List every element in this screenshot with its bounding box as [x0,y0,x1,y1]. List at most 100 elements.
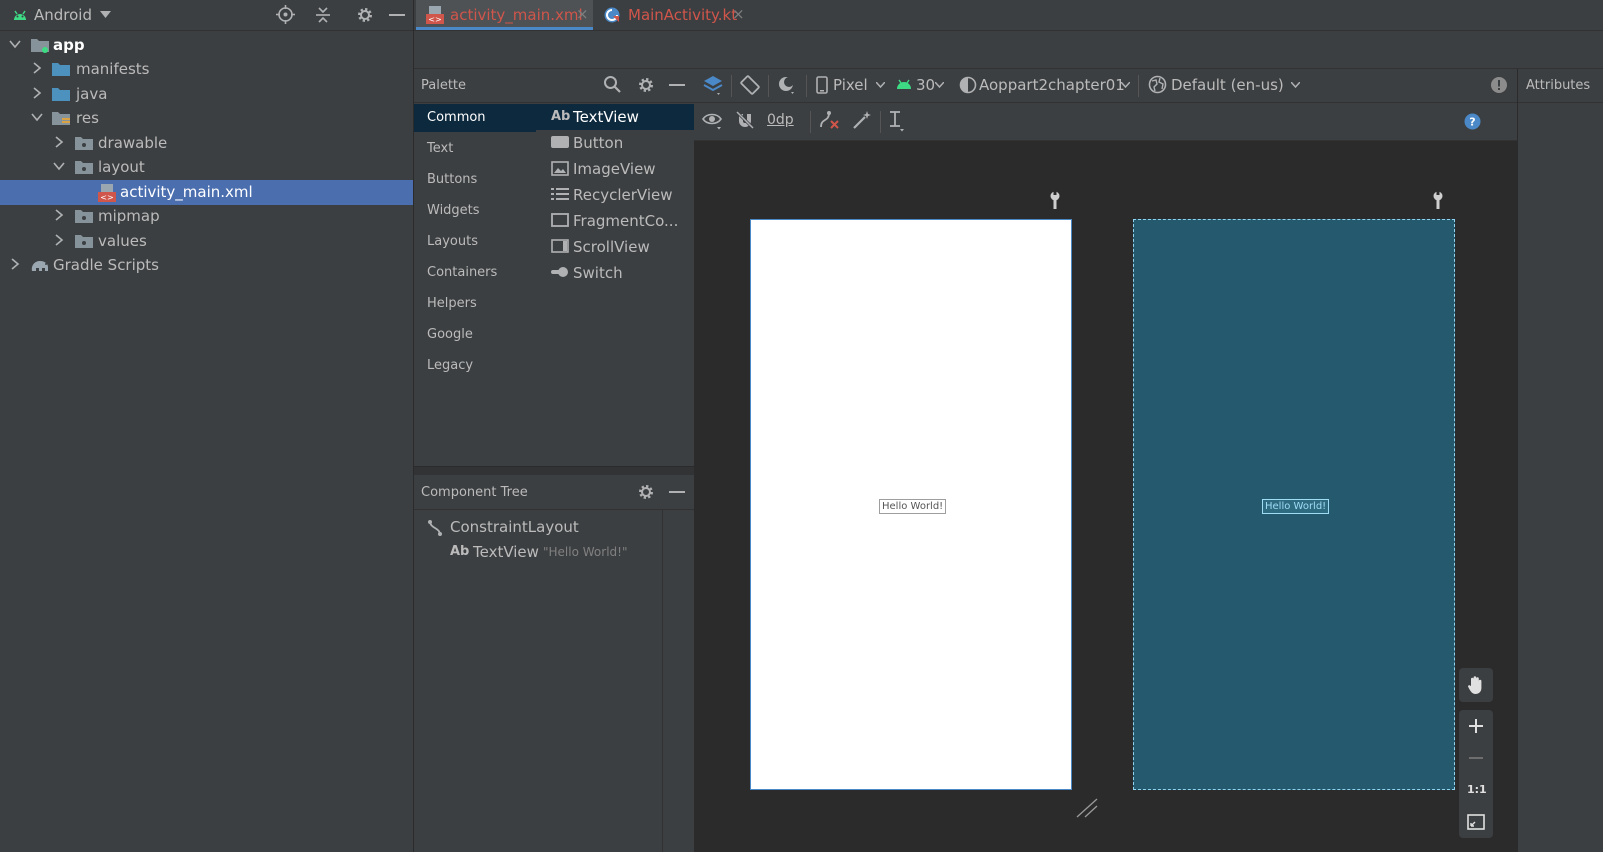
chevron-down-icon[interactable] [53,160,65,172]
chevron-right-icon[interactable] [53,209,65,221]
project-view-selector[interactable]: Android [34,6,92,24]
tab-activity-main[interactable]: <> activity_main.xml × [416,0,593,30]
palette-category-text[interactable]: Text [414,135,536,163]
minimize-icon[interactable] [669,84,685,86]
tree-item-label: layout [98,158,145,176]
collapse-all-icon[interactable] [314,6,332,24]
chevron-down-icon[interactable] [31,111,43,123]
tree-node-textview[interactable]: Ab TextView "Hello World!" [414,542,662,566]
help-icon[interactable]: ? [1464,113,1481,130]
clear-constraints-icon[interactable] [818,110,840,130]
gear-icon[interactable] [637,483,655,501]
warning-icon[interactable] [1490,76,1508,94]
palette-widget-textview[interactable]: Ab TextView [536,104,694,130]
tree-item-drawable[interactable]: drawable [0,131,413,156]
tree-item-mipmap[interactable]: mipmap [0,204,413,229]
tree-item-activity-main[interactable]: <> activity_main.xml [0,180,413,205]
chevron-right-icon[interactable] [53,234,65,246]
tree-item-layout[interactable]: layout [0,155,413,180]
wrench-icon[interactable] [1049,191,1061,209]
chevron-right-icon[interactable] [53,136,65,148]
layers-icon[interactable] [702,74,724,96]
close-icon[interactable]: × [576,5,589,23]
zoom-to-fit-icon[interactable] [1467,814,1485,830]
chevron-right-icon[interactable] [31,62,43,74]
tab-main-activity[interactable]: MainActivity.kt × [596,0,746,30]
folder-icon [75,233,93,249]
toolbar-separator [1138,75,1139,97]
palette-widget-recyclerview[interactable]: RecyclerView [536,182,694,208]
tree-item-app[interactable]: app [0,33,413,58]
palette-category-common[interactable]: Common [414,104,536,132]
theme-selector[interactable]: Aoppart2chapter01 [979,76,1125,94]
attributes-header-divider [1518,102,1603,103]
orientation-icon[interactable] [739,74,761,96]
wrench-icon[interactable] [1432,191,1444,209]
project-header: Android [0,0,413,31]
magnet-off-icon[interactable] [735,110,755,130]
zoom-actual-size-button[interactable]: 1:1 [1467,783,1487,796]
palette-widget-button[interactable]: Button [536,130,694,156]
device-selector[interactable]: Pixel [833,76,868,94]
night-mode-icon[interactable] [776,74,798,96]
tree-item-values[interactable]: values [0,229,413,254]
minimize-icon[interactable] [389,14,405,16]
palette-category-google[interactable]: Google [414,321,536,349]
palette-category-containers[interactable]: Containers [414,259,536,287]
fragment-icon [551,213,569,227]
tree-item-manifests[interactable]: manifests [0,57,413,82]
hello-world-textview[interactable]: Hello World! [879,499,947,514]
chevron-down-icon[interactable] [100,11,111,18]
api-level-selector[interactable]: 30 [916,76,935,94]
textview-icon: Ab [551,109,571,124]
palette-category-layouts[interactable]: Layouts [414,228,536,256]
zoom-in-icon[interactable] [1469,719,1483,733]
default-margin-selector[interactable]: 0dp [767,112,794,128]
tree-item-res[interactable]: res [0,106,413,131]
xml-file-icon: <> [426,6,444,24]
kotlin-file-icon [604,7,620,23]
palette-category-widgets[interactable]: Widgets [414,197,536,225]
magic-wand-icon[interactable] [851,109,873,131]
chevron-right-icon[interactable] [31,87,43,99]
search-icon[interactable] [603,75,622,94]
palette-category-buttons[interactable]: Buttons [414,166,536,194]
eye-icon[interactable] [702,111,724,131]
attributes-title[interactable]: Attributes [1526,78,1590,93]
tree-item-label: Gradle Scripts [53,256,159,274]
locale-selector[interactable]: Default (en-us) [1171,76,1284,94]
chevron-down-icon[interactable] [935,82,944,88]
chevron-down-icon[interactable] [9,38,21,50]
splitter[interactable] [662,510,663,852]
pan-button[interactable] [1459,668,1493,702]
design-surface[interactable]: Hello World! [750,219,1072,790]
palette-widget-scrollview[interactable]: ScrollView [536,234,694,260]
blueprint-surface[interactable]: Hello World! [1133,219,1455,790]
hello-world-textview-blueprint[interactable]: Hello World! [1262,499,1330,514]
android-icon [896,78,912,90]
chevron-down-icon[interactable] [1121,82,1130,88]
close-icon[interactable]: × [732,5,745,23]
minimize-icon[interactable] [669,491,685,493]
palette-widget-fragmentcontainer[interactable]: FragmentCo... [536,208,694,234]
gear-icon[interactable] [356,6,374,24]
align-icon[interactable] [887,109,907,133]
zoom-out-icon[interactable] [1469,757,1483,759]
palette-category-helpers[interactable]: Helpers [414,290,536,318]
tree-node-constraintlayout[interactable]: ConstraintLayout [414,517,662,541]
gear-icon[interactable] [637,76,655,94]
palette-widget-switch[interactable]: Switch [536,260,694,286]
chevron-down-icon[interactable] [876,82,885,88]
palette-widget-imageview[interactable]: ImageView [536,156,694,182]
locate-icon[interactable] [276,5,295,24]
chevron-right-icon[interactable] [9,258,21,270]
toolbar-separator [731,75,732,97]
tree-item-gradle-scripts[interactable]: Gradle Scripts [0,253,413,278]
device-phone-icon [816,76,828,94]
palette-category-legacy[interactable]: Legacy [414,352,536,380]
palette-panel: Palette Common Text Buttons Widgets Layo… [414,69,694,469]
resize-handle-icon[interactable] [1075,797,1099,819]
chevron-down-icon[interactable] [1291,82,1300,88]
tree-item-java[interactable]: java [0,82,413,107]
panel-divider[interactable] [414,466,694,475]
